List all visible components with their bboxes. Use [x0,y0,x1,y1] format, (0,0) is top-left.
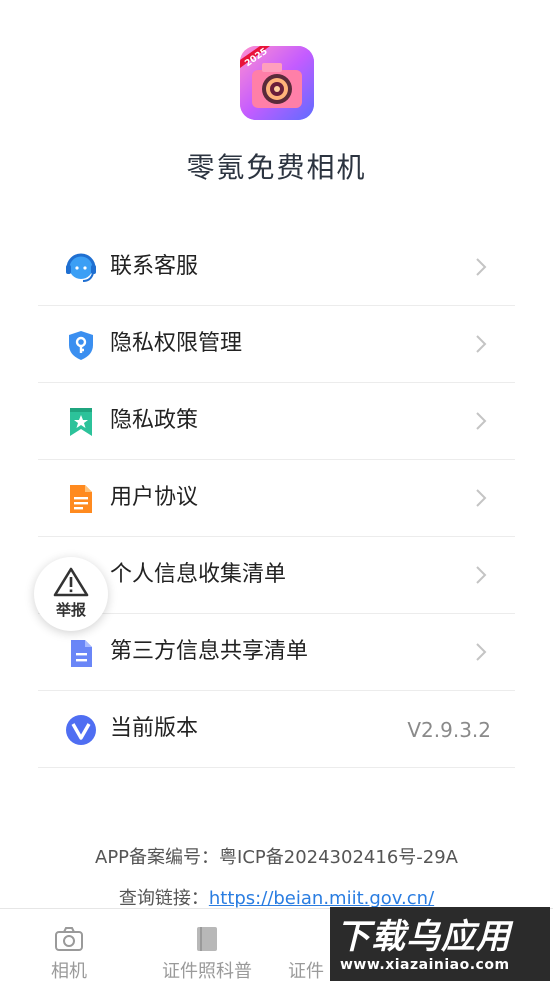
book-icon [192,925,222,953]
menu-item-label: 用户协议 [110,485,199,510]
shield-key-icon [64,328,98,362]
watermark-title: 下载乌应用 [336,917,511,957]
tab-camera[interactable]: 相机 [0,909,138,985]
version-v-icon [64,713,98,747]
icp-registration: APP备案编号：粤ICP备2024302416号-29A [95,847,458,868]
warning-triangle-icon [53,567,89,597]
menu-item-label: 个人信息收集清单 [110,562,287,587]
query-prefix: 查询链接： [118,888,209,909]
menu-item-personal-info-list[interactable]: 个人信息收集清单 [38,537,515,614]
bookmark-star-icon [64,405,98,439]
menu-item-label: 联系客服 [110,254,199,279]
document-icon [64,482,98,516]
camera-logo-icon: 2025 [240,46,314,120]
tab-id-photo[interactable]: 证件 [276,909,336,985]
version-number: V2.9.3.2 [407,718,491,742]
chevron-right-icon [475,334,487,354]
report-button[interactable]: 举报 [34,557,108,631]
menu-item-privacy-policy[interactable]: 隐私政策 [38,383,515,460]
menu-item-user-agreement[interactable]: 用户协议 [38,460,515,537]
menu-item-label: 当前版本 [110,716,199,741]
watermark: 下载乌应用 www.xiazainiao.com [330,907,550,981]
camera-icon [54,925,84,953]
chevron-right-icon [475,488,487,508]
chevron-right-icon [475,411,487,431]
tab-label: 证件照科普 [162,961,252,982]
settings-menu: 联系客服 隐私权限管理 隐私政策 用户协议 个人信息收集清单 第三方信息共享清单… [38,229,515,768]
menu-item-label: 隐私政策 [110,408,199,433]
menu-item-label: 隐私权限管理 [110,331,243,356]
beian-link[interactable]: https://beian.miit.gov.cn/ [209,888,434,909]
report-label: 举报 [55,601,86,619]
tab-label: 证件 [288,961,324,982]
customer-service-icon [64,251,98,285]
chevron-right-icon [475,257,487,277]
menu-item-current-version[interactable]: 当前版本 V2.9.3.2 [38,691,515,768]
menu-item-customer-service[interactable]: 联系客服 [38,229,515,306]
file-icon [64,636,98,670]
chevron-right-icon [475,642,487,662]
menu-item-label: 第三方信息共享清单 [110,639,309,664]
watermark-url: www.xiazainiao.com [340,957,510,973]
app-logo: 2025 [240,46,314,120]
tab-label: 相机 [51,961,87,982]
tab-id-photo-guide[interactable]: 证件照科普 [138,909,276,985]
menu-item-privacy-permissions[interactable]: 隐私权限管理 [38,306,515,383]
menu-item-third-party-sharing[interactable]: 第三方信息共享清单 [38,614,515,691]
chevron-right-icon [475,565,487,585]
app-title: 零氪免费相机 [186,151,367,184]
